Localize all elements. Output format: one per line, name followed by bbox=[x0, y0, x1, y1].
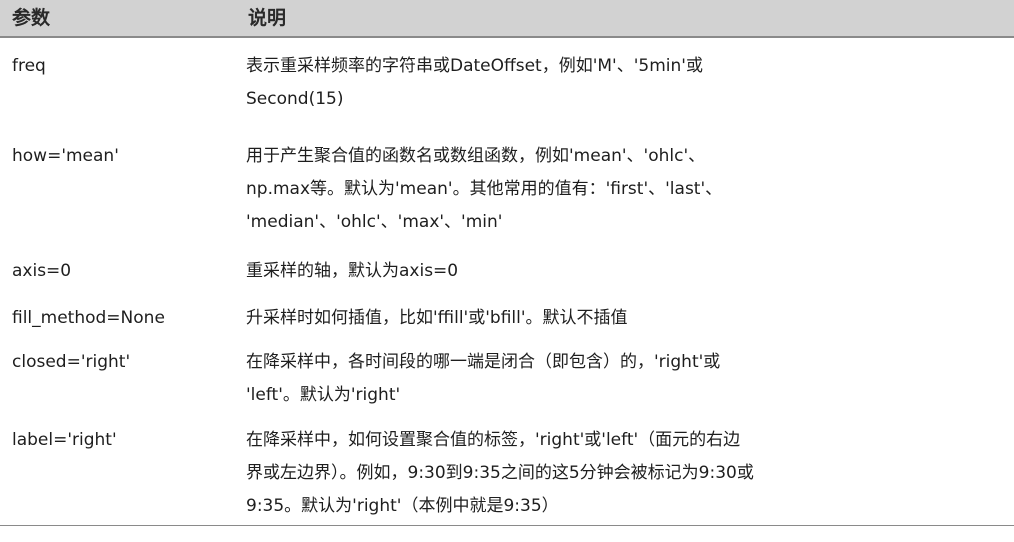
description-line: np.max等。默认为'mean'。其他常用的值有：'first'、'last'… bbox=[246, 179, 723, 199]
param-name: fill_method=None bbox=[12, 308, 165, 328]
param-description: 升采样时如何插值，比如'ffill'或'bfill'。默认不插值 bbox=[246, 302, 1006, 335]
param-description: 用于产生聚合值的函数名或数组函数，例如'mean'、'ohlc'、 np.max… bbox=[246, 140, 1006, 239]
description-line: 重采样的轴，默认为axis=0 bbox=[246, 261, 459, 281]
description-line: 升采样时如何插值，比如'ffill'或'bfill'。默认不插值 bbox=[246, 308, 628, 328]
parameter-table: 参数 说明 freq 表示重采样频率的字符串或DateOffset，例如'M'、… bbox=[0, 0, 1014, 542]
description-line: 在降采样中，如何设置聚合值的标签，'right'或'left'（面元的右边 bbox=[246, 430, 741, 450]
description-line: Second(15) bbox=[246, 89, 344, 109]
param-description: 重采样的轴，默认为axis=0 bbox=[246, 255, 1006, 288]
description-line: 9:35。默认为'right'（本例中就是9:35） bbox=[246, 496, 559, 516]
param-name: how='mean' bbox=[12, 146, 119, 166]
description-line: 在降采样中，各时间段的哪一端是闭合（即包含）的，'right'或 bbox=[246, 352, 721, 372]
description-line: 'left'。默认为'right' bbox=[246, 385, 401, 405]
description-line: 用于产生聚合值的函数名或数组函数，例如'mean'、'ohlc'、 bbox=[246, 146, 706, 166]
description-line: 表示重采样频率的字符串或DateOffset，例如'M'、'5min'或 bbox=[246, 56, 703, 76]
param-name: freq bbox=[12, 56, 46, 76]
description-line: 界或左边界）。例如，9:30到9:35之间的这5分钟会被标记为9:30或 bbox=[246, 463, 754, 483]
param-name: label='right' bbox=[12, 430, 117, 450]
description-line: 'median'、'ohlc'、'max'、'min' bbox=[246, 212, 503, 232]
table-header: 参数 说明 bbox=[0, 0, 1014, 38]
param-description: 在降采样中，如何设置聚合值的标签，'right'或'left'（面元的右边 界或… bbox=[246, 424, 1006, 523]
header-description: 说明 bbox=[248, 7, 287, 29]
param-description: 在降采样中，各时间段的哪一端是闭合（即包含）的，'right'或 'left'。… bbox=[246, 346, 1006, 412]
param-name: axis=0 bbox=[12, 261, 72, 281]
header-param: 参数 bbox=[12, 7, 51, 29]
param-description: 表示重采样频率的字符串或DateOffset，例如'M'、'5min'或 Sec… bbox=[246, 50, 1006, 116]
param-name: closed='right' bbox=[12, 352, 131, 372]
table-bottom-rule bbox=[0, 525, 1014, 526]
